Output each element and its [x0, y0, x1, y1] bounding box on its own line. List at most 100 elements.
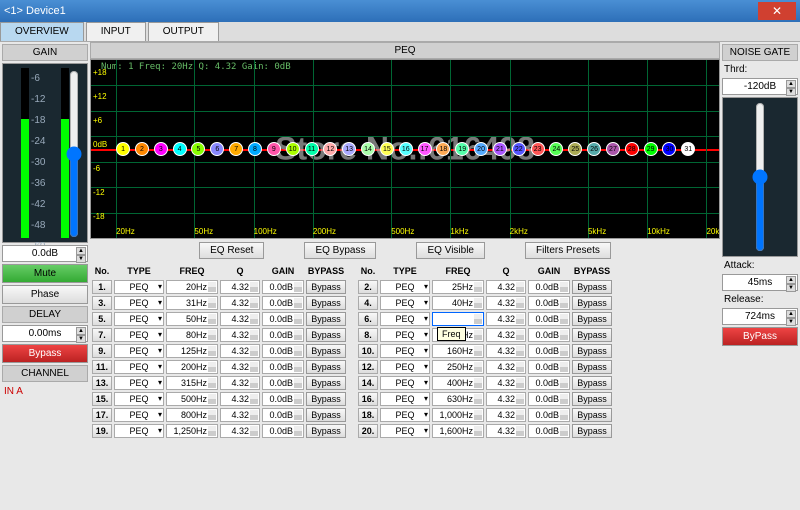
eq-visible-button[interactable]: EQ Visible — [416, 242, 485, 259]
freq-input[interactable]: 630Hz — [432, 392, 484, 406]
gain-input[interactable]: 0.0dB — [262, 424, 304, 438]
peq-node-8[interactable]: 8 — [248, 142, 262, 156]
bypass-button[interactable]: Bypass — [572, 312, 612, 326]
peq-node-15[interactable]: 15 — [380, 142, 394, 156]
freq-input[interactable]: 1,000Hz — [432, 408, 484, 422]
gain-input[interactable]: 0.0dB — [262, 312, 304, 326]
freq-input[interactable]: 125Hz — [166, 344, 218, 358]
type-select[interactable]: PEQ — [380, 280, 430, 294]
q-input[interactable]: 4.32 — [486, 296, 526, 310]
q-input[interactable]: 4.32 — [220, 392, 260, 406]
noisegate-bypass-button[interactable]: ByPass — [722, 327, 798, 346]
type-select[interactable]: PEQ — [114, 424, 164, 438]
q-input[interactable]: 4.32 — [486, 312, 526, 326]
q-input[interactable]: 4.32 — [486, 360, 526, 374]
type-select[interactable]: PEQ — [380, 424, 430, 438]
bypass-button[interactable]: Bypass — [572, 392, 612, 406]
type-select[interactable]: PEQ — [114, 312, 164, 326]
mute-button[interactable]: Mute — [2, 264, 88, 283]
freq-input[interactable]: 800Hz — [166, 408, 218, 422]
gain-input[interactable]: 0.0dB — [528, 280, 570, 294]
peq-node-22[interactable]: 22 — [512, 142, 526, 156]
type-select[interactable]: PEQ — [380, 328, 430, 342]
gain-input[interactable]: 0.0dB — [528, 296, 570, 310]
bypass-button[interactable]: Bypass — [572, 376, 612, 390]
q-input[interactable]: 4.32 — [220, 344, 260, 358]
peq-node-16[interactable]: 16 — [399, 142, 413, 156]
gain-input[interactable]: 0.0dB — [262, 328, 304, 342]
peq-node-3[interactable]: 3 — [154, 142, 168, 156]
gain-input[interactable]: 0.0dB — [528, 408, 570, 422]
gain-input[interactable]: 0.0dB — [528, 360, 570, 374]
peq-node-1[interactable]: 1 — [116, 142, 130, 156]
peq-node-28[interactable]: 28 — [625, 142, 639, 156]
type-select[interactable]: PEQ — [380, 296, 430, 310]
peq-node-18[interactable]: 18 — [436, 142, 450, 156]
bypass-button[interactable]: Bypass — [306, 424, 346, 438]
bypass-button[interactable]: Bypass — [306, 296, 346, 310]
bypass-button[interactable]: Bypass — [306, 360, 346, 374]
freq-input[interactable]: 1,600Hz — [432, 424, 484, 438]
peq-node-13[interactable]: 13 — [342, 142, 356, 156]
peq-node-20[interactable]: 20 — [474, 142, 488, 156]
q-input[interactable]: 4.32 — [220, 408, 260, 422]
peq-node-10[interactable]: 10 — [286, 142, 300, 156]
freq-input[interactable]: 25Hz — [432, 280, 484, 294]
freq-input[interactable]: Freq — [432, 312, 484, 326]
gain-input[interactable]: 0.0dB — [262, 376, 304, 390]
type-select[interactable]: PEQ — [114, 328, 164, 342]
type-select[interactable]: PEQ — [380, 392, 430, 406]
peq-node-24[interactable]: 24 — [549, 142, 563, 156]
peq-node-11[interactable]: 11 — [305, 142, 319, 156]
type-select[interactable]: PEQ — [380, 344, 430, 358]
eq-reset-button[interactable]: EQ Reset — [199, 242, 264, 259]
eq-bypass-button[interactable]: EQ Bypass — [304, 242, 376, 259]
peq-node-31[interactable]: 31 — [681, 142, 695, 156]
gain-input[interactable]: 0.0dB — [528, 424, 570, 438]
q-input[interactable]: 4.32 — [220, 280, 260, 294]
peq-node-9[interactable]: 9 — [267, 142, 281, 156]
q-input[interactable]: 4.32 — [220, 360, 260, 374]
bypass-button[interactable]: Bypass — [306, 408, 346, 422]
q-input[interactable]: 4.32 — [486, 408, 526, 422]
gain-input[interactable]: 0.0dB — [528, 344, 570, 358]
peq-node-2[interactable]: 2 — [135, 142, 149, 156]
bypass-button[interactable]: Bypass — [572, 344, 612, 358]
type-select[interactable]: PEQ — [114, 296, 164, 310]
freq-input[interactable]: 20Hz — [166, 280, 218, 294]
type-select[interactable]: PEQ — [114, 376, 164, 390]
thrd-value[interactable]: -120dB▲▼ — [722, 78, 798, 95]
gain-value[interactable]: 0.0dB▲▼ — [2, 245, 88, 262]
peq-node-26[interactable]: 26 — [587, 142, 601, 156]
freq-input[interactable]: 80Hz — [166, 328, 218, 342]
gain-input[interactable]: 0.0dB — [262, 280, 304, 294]
q-input[interactable]: 4.32 — [486, 392, 526, 406]
bypass-button[interactable]: Bypass — [572, 328, 612, 342]
bypass-button[interactable]: Bypass — [572, 424, 612, 438]
freq-input[interactable]: 1,250Hz — [166, 424, 218, 438]
peq-node-29[interactable]: 29 — [644, 142, 658, 156]
peq-node-21[interactable]: 21 — [493, 142, 507, 156]
gain-input[interactable]: 0.0dB — [262, 408, 304, 422]
q-input[interactable]: 4.32 — [220, 296, 260, 310]
type-select[interactable]: PEQ — [380, 376, 430, 390]
bypass-button[interactable]: Bypass — [306, 392, 346, 406]
q-input[interactable]: 4.32 — [220, 376, 260, 390]
type-select[interactable]: PEQ — [114, 392, 164, 406]
peq-node-17[interactable]: 17 — [418, 142, 432, 156]
bypass-button[interactable]: Bypass — [306, 312, 346, 326]
peq-node-4[interactable]: 4 — [173, 142, 187, 156]
peq-node-27[interactable]: 27 — [606, 142, 620, 156]
bypass-button[interactable]: Bypass — [572, 360, 612, 374]
peq-node-5[interactable]: 5 — [191, 142, 205, 156]
gain-slider[interactable] — [67, 70, 81, 238]
bypass-button[interactable]: Bypass — [572, 296, 612, 310]
peq-node-7[interactable]: 7 — [229, 142, 243, 156]
delay-bypass-button[interactable]: Bypass — [2, 344, 88, 363]
q-input[interactable]: 4.32 — [220, 312, 260, 326]
freq-input[interactable]: 400Hz — [432, 376, 484, 390]
tab-overview[interactable]: OVERVIEW — [0, 22, 84, 41]
gain-input[interactable]: 0.0dB — [262, 392, 304, 406]
q-input[interactable]: 4.32 — [486, 280, 526, 294]
filters-presets-button[interactable]: Filters Presets — [525, 242, 611, 259]
